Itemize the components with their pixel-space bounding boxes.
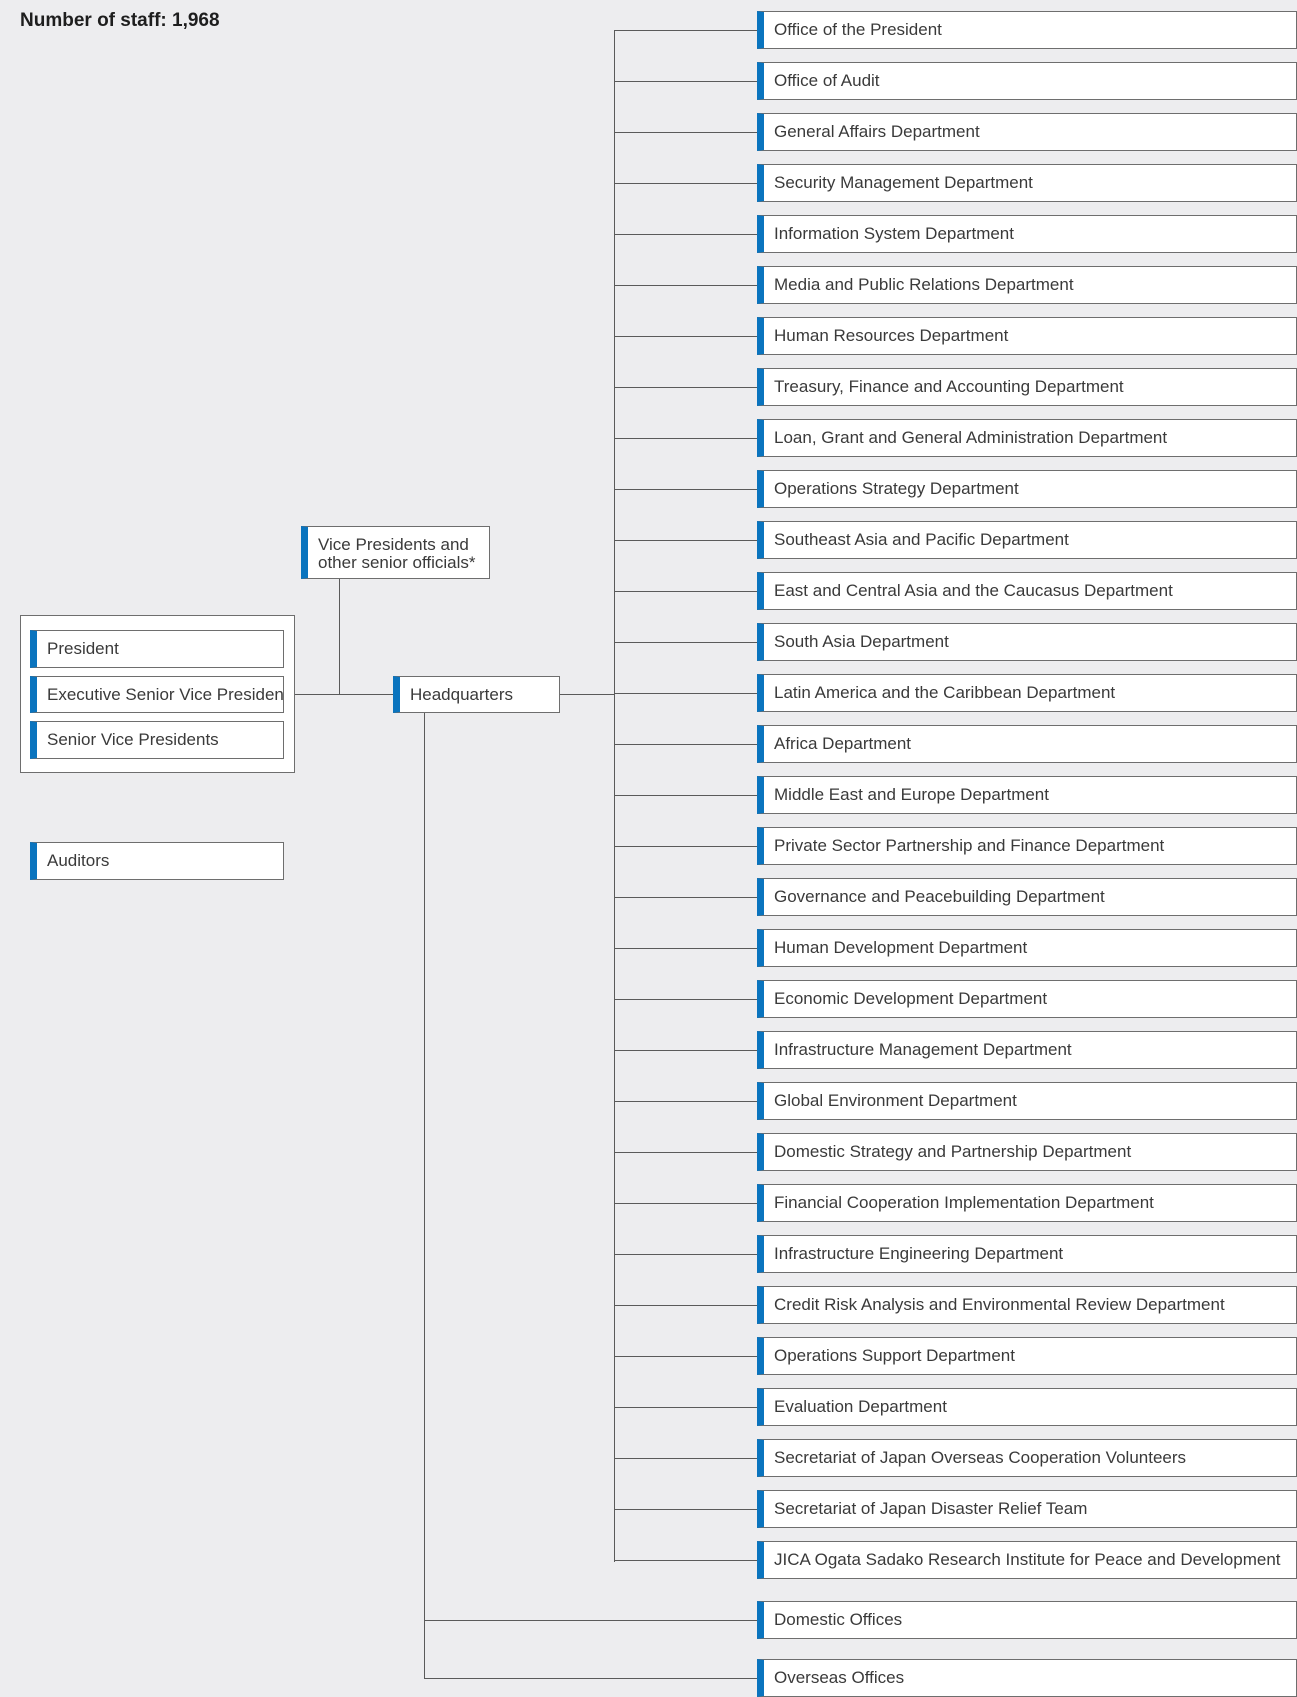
department-connector (614, 1050, 757, 1051)
president-box: President (30, 630, 284, 668)
department-box: South Asia Department (757, 623, 1297, 661)
department-box: Human Resources Department (757, 317, 1297, 355)
department-box: Office of Audit (757, 62, 1297, 100)
department-box: Media and Public Relations Department (757, 266, 1297, 304)
department-connector (614, 897, 757, 898)
vp-connector (339, 579, 340, 695)
department-box: Southeast Asia and Pacific Department (757, 521, 1297, 559)
department-connector (614, 948, 757, 949)
office-connector (424, 1620, 757, 1621)
department-connector (614, 1458, 757, 1459)
department-box: Credit Risk Analysis and Environmental R… (757, 1286, 1297, 1324)
department-box: East and Central Asia and the Caucasus D… (757, 572, 1297, 610)
department-connector (614, 1407, 757, 1408)
department-box: Office of the President (757, 11, 1297, 49)
department-box: Treasury, Finance and Accounting Departm… (757, 368, 1297, 406)
vice-presidents-box: Vice Presidents and other senior officia… (301, 526, 490, 579)
department-connector (614, 1254, 757, 1255)
department-box: Economic Development Department (757, 980, 1297, 1018)
department-connector (614, 744, 757, 745)
department-connector (614, 1203, 757, 1204)
department-box: Operations Support Department (757, 1337, 1297, 1375)
department-box: Infrastructure Engineering Department (757, 1235, 1297, 1273)
departments-trunk (614, 30, 615, 1562)
auditors-box: Auditors (30, 842, 284, 880)
department-connector (614, 387, 757, 388)
department-connector (614, 438, 757, 439)
department-connector (614, 489, 757, 490)
department-box: Infrastructure Management Department (757, 1031, 1297, 1069)
department-box: Evaluation Department (757, 1388, 1297, 1426)
department-box: Secretariat of Japan Overseas Cooperatio… (757, 1439, 1297, 1477)
department-box: Governance and Peacebuilding Department (757, 878, 1297, 916)
department-connector (614, 591, 757, 592)
department-connector (614, 795, 757, 796)
org-chart: Number of staff: 1,968 President Executi… (0, 0, 1297, 1697)
department-connector (614, 183, 757, 184)
department-connector (614, 540, 757, 541)
headquarters-box: Headquarters (393, 676, 560, 713)
department-box: Loan, Grant and General Administration D… (757, 419, 1297, 457)
department-box: General Affairs Department (757, 113, 1297, 151)
department-connector (614, 1356, 757, 1357)
department-box: Latin America and the Caribbean Departme… (757, 674, 1297, 712)
department-connector (614, 1152, 757, 1153)
department-connector (614, 30, 757, 31)
department-box: Human Development Department (757, 929, 1297, 967)
office-box: Overseas Offices (757, 1659, 1297, 1697)
hq-to-departments-connector (560, 694, 614, 695)
department-box: Secretariat of Japan Disaster Relief Tea… (757, 1490, 1297, 1528)
department-connector (614, 693, 757, 694)
department-box: Information System Department (757, 215, 1297, 253)
department-connector (614, 1509, 757, 1510)
department-connector (614, 999, 757, 1000)
department-connector (614, 642, 757, 643)
department-connector (614, 81, 757, 82)
department-box: Operations Strategy Department (757, 470, 1297, 508)
department-box: Middle East and Europe Department (757, 776, 1297, 814)
department-box: Africa Department (757, 725, 1297, 763)
office-connector (424, 1678, 757, 1679)
department-box: Security Management Department (757, 164, 1297, 202)
staff-count: Number of staff: 1,968 (20, 10, 220, 31)
department-box: Domestic Strategy and Partnership Depart… (757, 1133, 1297, 1171)
senior-vice-presidents-box: Senior Vice Presidents (30, 721, 284, 759)
office-box: Domestic Offices (757, 1601, 1297, 1639)
executive-senior-vice-president-box: Executive Senior Vice President (30, 676, 284, 713)
department-box: Financial Cooperation Implementation Dep… (757, 1184, 1297, 1222)
department-connector (614, 132, 757, 133)
department-box: Global Environment Department (757, 1082, 1297, 1120)
department-connector (614, 846, 757, 847)
department-connector (614, 234, 757, 235)
department-connector (614, 1560, 757, 1561)
offices-trunk (424, 713, 425, 1678)
department-connector (614, 336, 757, 337)
department-connector (614, 1305, 757, 1306)
exec-to-hq-connector (295, 694, 393, 695)
department-connector (614, 1101, 757, 1102)
department-box: Private Sector Partnership and Finance D… (757, 827, 1297, 865)
department-box: JICA Ogata Sadako Research Institute for… (757, 1541, 1297, 1579)
department-connector (614, 285, 757, 286)
